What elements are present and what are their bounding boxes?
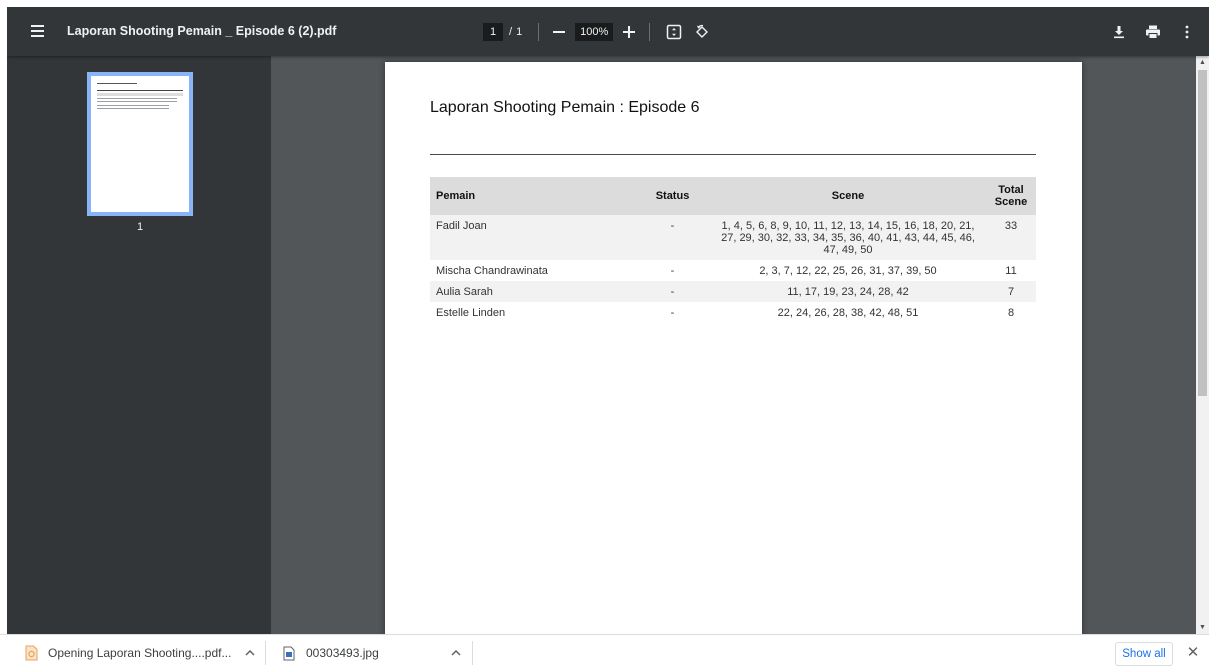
show-all-button[interactable]: Show all — [1115, 642, 1173, 666]
vertical-scrollbar[interactable]: ▲ ▼ — [1196, 56, 1209, 634]
rotate-button[interactable] — [692, 21, 712, 43]
report-table: Pemain Status Scene Total Scene Fadil Jo… — [430, 177, 1036, 323]
download-icon — [1114, 25, 1124, 38]
thumbnail-page-number: 1 — [136, 221, 144, 233]
print-button[interactable] — [1141, 21, 1165, 43]
column-header-total-scene: Total Scene — [986, 177, 1036, 215]
table-row: Estelle Linden - 22, 24, 26, 28, 38, 42,… — [430, 302, 1036, 323]
cell-pemain: Estelle Linden — [436, 307, 506, 319]
download-divider — [472, 641, 473, 665]
zoom-input[interactable]: 100% — [575, 22, 614, 41]
download-button[interactable] — [1107, 21, 1131, 43]
table-row: Aulia Sarah - 11, 17, 19, 23, 24, 28, 42… — [430, 281, 1036, 302]
column-header-scene: Scene — [710, 177, 986, 215]
download-item-label: Opening Laporan Shooting....pdf... — [48, 646, 232, 660]
close-icon[interactable]: ✕ — [1184, 644, 1202, 662]
page-thumbnail[interactable] — [87, 72, 193, 216]
download-item-pdf[interactable]: Opening Laporan Shooting....pdf... — [24, 635, 255, 671]
column-header-total-line2: Scene — [994, 196, 1028, 208]
scrollbar-thumb[interactable] — [1198, 70, 1207, 396]
rotate-icon — [696, 24, 709, 38]
scroll-down-arrow-icon[interactable]: ▼ — [1196, 621, 1209, 634]
document-title: Laporan Shooting Pemain _ Episode 6 (2).… — [67, 24, 337, 38]
image-file-icon — [282, 645, 296, 661]
chevron-up-icon[interactable] — [245, 647, 255, 659]
plus-icon — [623, 25, 636, 38]
page-zoom-controls: 1 / 1 100% — [477, 7, 712, 56]
download-item-jpg[interactable]: 00303493.jpg — [282, 635, 461, 671]
print-icon — [1146, 25, 1160, 39]
page-number-input[interactable]: 1 — [483, 22, 503, 41]
chevron-up-icon[interactable] — [451, 647, 461, 659]
table-header-row: Pemain Status Scene Total Scene — [430, 177, 1036, 215]
minus-icon — [553, 30, 566, 33]
download-shelf: Opening Laporan Shooting....pdf... 00303… — [0, 634, 1209, 670]
scroll-up-arrow-icon[interactable]: ▲ — [1196, 56, 1209, 69]
cell-scene: 11, 17, 19, 23, 24, 28, 42 — [710, 281, 986, 302]
cell-status: - — [670, 265, 675, 277]
cell-status: - — [670, 307, 675, 319]
cell-total: 8 — [1007, 307, 1015, 319]
download-divider — [265, 641, 266, 665]
pdf-viewer: Laporan Shooting Pemain _ Episode 6 (2).… — [7, 7, 1209, 634]
table-row: Fadil Joan - 1, 4, 5, 6, 8, 9, 10, 11, 1… — [430, 215, 1036, 260]
cell-status: - — [635, 215, 710, 260]
cell-total: 11 — [1005, 265, 1017, 277]
toolbar-divider — [649, 22, 651, 41]
cell-pemain: Aulia Sarah — [430, 281, 635, 302]
page-separator: / — [509, 25, 513, 38]
pdf-page: Laporan Shooting Pemain : Episode 6 Pema… — [385, 62, 1082, 634]
hamburger-menu-icon[interactable] — [27, 20, 49, 42]
pdf-toolbar: Laporan Shooting Pemain _ Episode 6 (2).… — [7, 7, 1209, 56]
more-vert-icon — [1185, 25, 1189, 38]
thumbnail-sidebar: 1 — [7, 56, 271, 634]
cell-pemain: Fadil Joan — [430, 215, 635, 260]
cell-scene: 22, 24, 26, 28, 38, 42, 48, 51 — [777, 307, 919, 319]
more-options-button[interactable] — [1175, 21, 1199, 43]
table-row: Mischa Chandrawinata - 2, 3, 7, 12, 22, … — [430, 260, 1036, 281]
fit-to-page-icon — [666, 24, 682, 39]
zoom-out-button[interactable] — [549, 21, 569, 43]
cell-total: 7 — [986, 281, 1036, 302]
toolbar-actions — [1107, 7, 1199, 56]
column-header-pemain: Pemain — [430, 177, 635, 215]
column-header-total-line1: Total — [998, 184, 1024, 196]
cell-total: 33 — [986, 215, 1036, 260]
column-header-status: Status — [635, 177, 710, 215]
zoom-in-button[interactable] — [619, 21, 639, 43]
title-rule — [430, 154, 1036, 155]
page-total: 1 — [516, 25, 523, 38]
cell-scene: 1, 4, 5, 6, 8, 9, 10, 11, 12, 13, 14, 15… — [710, 215, 986, 260]
report-title: Laporan Shooting Pemain : Episode 6 — [430, 99, 700, 116]
browser-window: Laporan Shooting Pemain _ Episode 6 (2).… — [0, 0, 1209, 670]
cell-pemain: Mischa Chandrawinata — [436, 265, 548, 277]
cell-scene: 2, 3, 7, 12, 22, 25, 26, 31, 37, 39, 50 — [759, 265, 937, 277]
cell-status: - — [635, 281, 710, 302]
download-item-label: 00303493.jpg — [306, 646, 379, 660]
fit-to-page-button[interactable] — [664, 21, 684, 43]
toolbar-divider — [538, 22, 540, 41]
pdf-file-icon — [24, 645, 38, 661]
